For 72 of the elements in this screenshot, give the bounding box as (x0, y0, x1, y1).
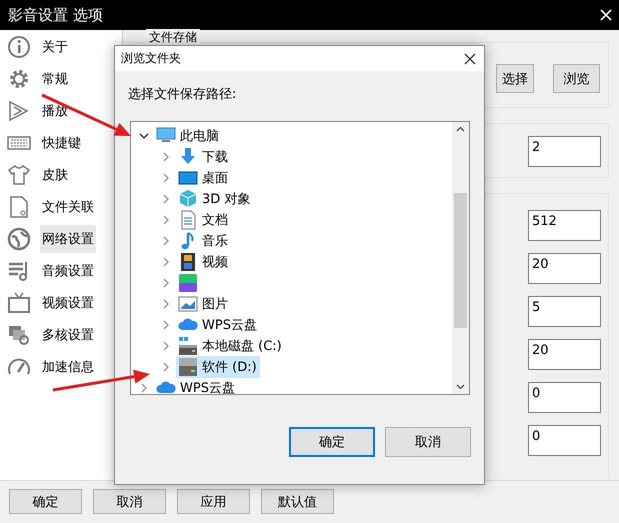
close-icon (464, 52, 476, 64)
drive-icon (178, 336, 198, 356)
close-icon (599, 8, 613, 22)
footer-button[interactable]: 默认值 (261, 489, 334, 514)
gear-icon (7, 67, 31, 91)
sidebar-item[interactable]: 播放 (40, 97, 70, 125)
footer-button[interactable]: 确定 (9, 489, 82, 514)
sidebar-item[interactable]: 皮肤 (40, 161, 70, 189)
chevron-right-icon[interactable] (161, 236, 171, 246)
sidebar-item[interactable]: 快捷键 (40, 129, 83, 157)
selected-row[interactable]: 软件 (D:) (176, 356, 260, 378)
app-tile-icon (178, 272, 198, 292)
sidebar-item[interactable]: 加速信息 (40, 353, 96, 381)
chevron-right-icon[interactable] (161, 172, 171, 182)
picture-icon (178, 294, 198, 314)
sidebar-item[interactable]: 视频设置 (40, 289, 96, 317)
info-icon (7, 35, 31, 59)
globe-icon (7, 227, 31, 251)
folder-name[interactable]: WPS云盘 (180, 378, 235, 394)
folder-name[interactable]: 视频 (202, 252, 228, 270)
scrollbar-thumb[interactable] (454, 193, 467, 328)
sidebar-item[interactable]: 文件关联 (40, 193, 96, 221)
chevron-right-icon[interactable] (139, 382, 149, 392)
input-field[interactable]: 512 (528, 210, 601, 241)
folder-button[interactable]: 浏览 (553, 64, 600, 93)
input-field[interactable]: 0 (528, 382, 601, 413)
drive-icon (178, 356, 198, 376)
shirt-icon (7, 163, 31, 187)
sidebar-item[interactable]: 多核设置 (40, 321, 96, 349)
chevron-right-icon[interactable] (161, 256, 171, 266)
chevron-right-icon[interactable] (161, 320, 171, 330)
download-icon (178, 146, 198, 166)
folder-name[interactable]: 图片 (202, 294, 228, 312)
folder-button[interactable]: 选择 (496, 64, 534, 93)
folder-name[interactable]: 此电脑 (180, 126, 219, 144)
folder-name[interactable]: 3D 对象 (202, 190, 250, 208)
window-title: 影音设置 选项 (8, 6, 103, 24)
footer-button[interactable]: 取消 (93, 489, 166, 514)
folder-name[interactable]: 音乐 (202, 232, 228, 250)
cube-icon (178, 188, 198, 208)
input-field[interactable]: 20 (528, 339, 601, 370)
folder-name[interactable]: WPS云盘 (202, 316, 257, 334)
folder-name[interactable]: 本地磁盘 (C:) (202, 336, 282, 354)
stack-icon (7, 323, 31, 347)
chevron-right-icon[interactable] (161, 298, 171, 308)
input-field[interactable]: 5 (528, 296, 601, 327)
chevron-right-icon[interactable] (161, 278, 171, 288)
input-field[interactable]: 2 (528, 136, 601, 167)
play-icon (7, 99, 31, 123)
footer-button[interactable]: 应用 (177, 489, 250, 514)
folder-name[interactable]: 桌面 (202, 168, 228, 186)
chevron-right-icon[interactable] (161, 362, 171, 372)
film-icon (178, 252, 198, 272)
tv-icon (7, 291, 31, 315)
sidebar-item[interactable]: 常规 (40, 65, 70, 93)
chevron-right-icon[interactable] (161, 152, 171, 162)
sidebar-item[interactable]: 关于 (40, 33, 70, 61)
dialog-button[interactable]: 确定 (289, 427, 375, 457)
chevron-right-icon[interactable] (161, 340, 171, 350)
input-field[interactable]: 20 (528, 253, 601, 284)
group-label: 文件存储 (146, 29, 200, 46)
chevron-right-icon[interactable] (161, 214, 171, 224)
chevron-right-icon[interactable] (161, 194, 171, 204)
sidebar-item[interactable]: 网络设置 (40, 225, 96, 253)
dialog-title: 浏览文件夹 (121, 50, 181, 67)
folder-name[interactable]: 下载 (202, 148, 228, 166)
prompt-text: 选择文件保存路径: (127, 86, 238, 104)
sidebar-item[interactable]: 音频设置 (40, 257, 96, 285)
input-field[interactable]: 0 (528, 425, 601, 456)
chevron-down-icon[interactable] (139, 130, 149, 140)
folder-name[interactable]: 文档 (202, 210, 228, 228)
dialog-button[interactable]: 取消 (385, 427, 471, 457)
